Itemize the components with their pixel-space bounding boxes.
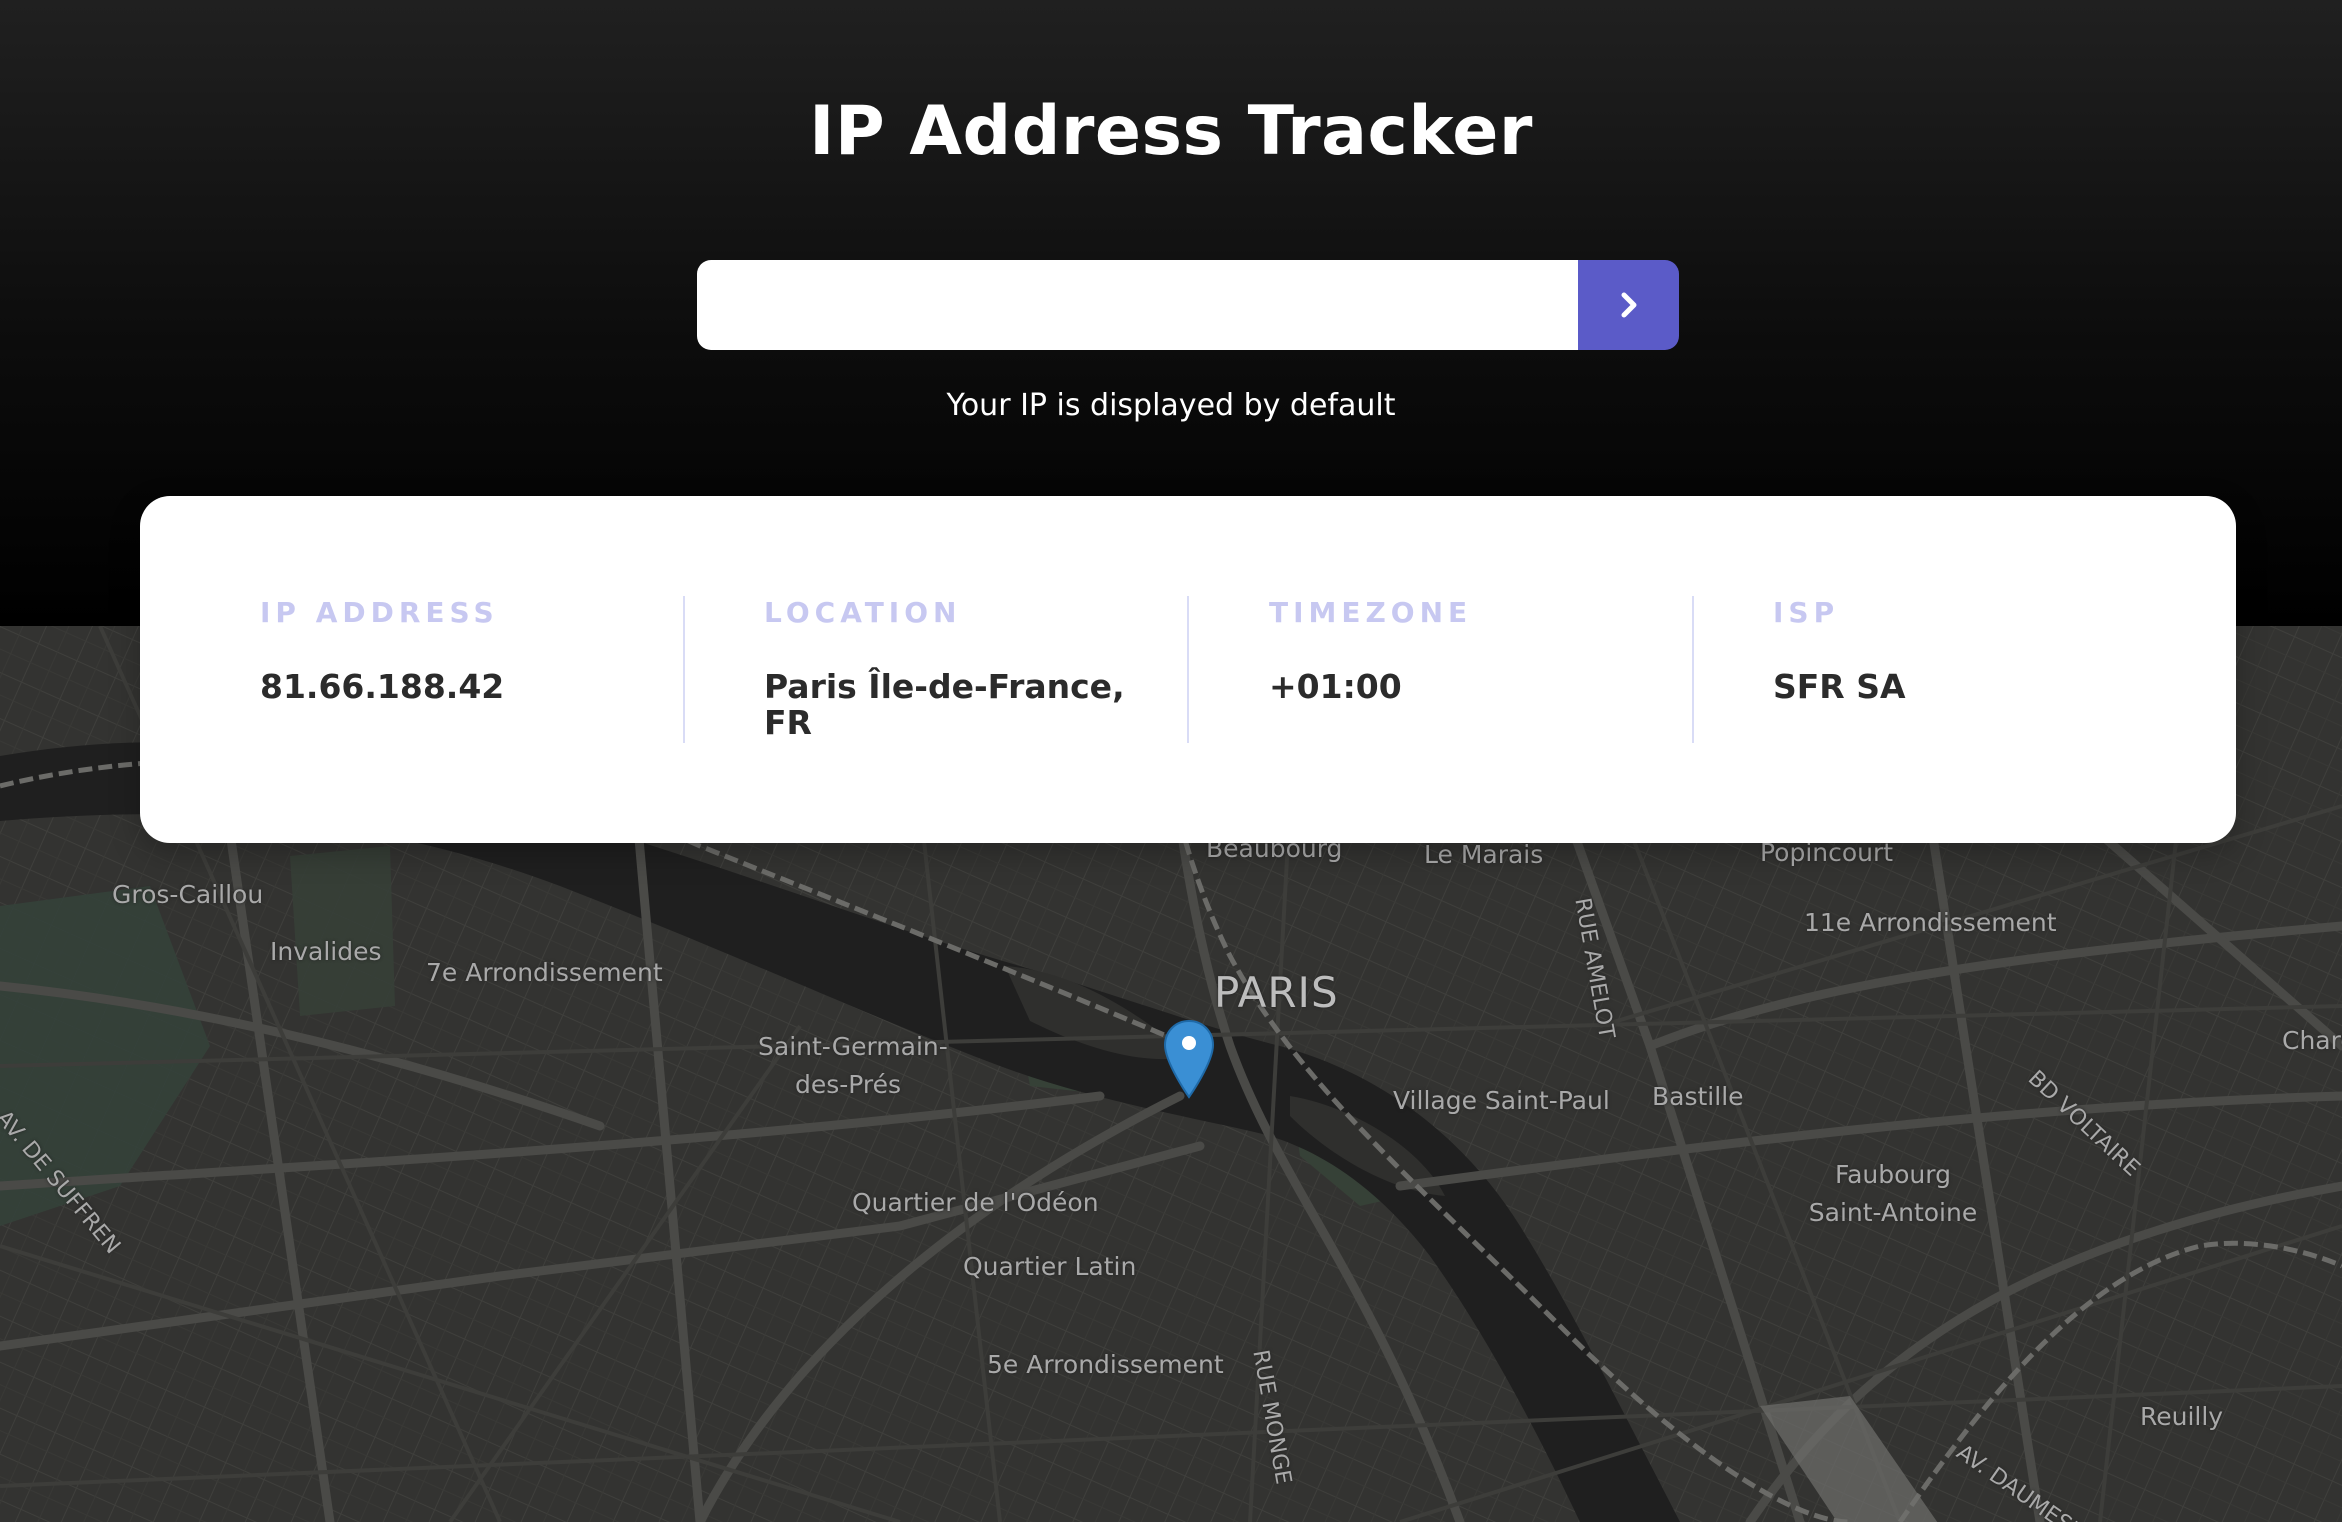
- map-label-11e-arrondissement: 11e Arrondissement: [1804, 908, 2057, 937]
- ip-address-label: IP ADDRESS: [260, 596, 499, 629]
- location-value-line2: FR: [764, 703, 812, 742]
- map-label-gros-caillou: Gros-Caillou: [112, 880, 264, 909]
- map-label-7e-arrondissement: 7e Arrondissement: [426, 958, 663, 987]
- location-section: LOCATION Paris Île-de-France, FR: [764, 596, 1125, 741]
- map-label-faubourg-line2: Saint-Antoine: [1808, 1198, 1978, 1227]
- timezone-value: +01:00: [1269, 667, 1402, 706]
- map-pin-icon[interactable]: [1163, 1019, 1215, 1099]
- ip-info-card: IP ADDRESS 81.66.188.42 LOCATION Paris Î…: [140, 496, 2236, 843]
- ip-address-value: 81.66.188.42: [260, 667, 505, 706]
- map-label-quartier-odeon: Quartier de l'Odéon: [852, 1188, 1099, 1217]
- divider: [683, 596, 685, 743]
- map-label-le-marais: Le Marais: [1424, 840, 1544, 869]
- map-label-bastille: Bastille: [1652, 1082, 1744, 1111]
- location-value: Paris Île-de-France, FR: [764, 669, 1125, 741]
- map-label-5e-arrondissement: 5e Arrondissement: [987, 1350, 1224, 1379]
- map-label-saint-germain-line2: des-Prés: [794, 1070, 902, 1099]
- timezone-section: TIMEZONE +01:00: [1269, 596, 1472, 705]
- map-label-paris: PARIS: [1214, 968, 1339, 1017]
- ip-search-input[interactable]: [697, 260, 1578, 350]
- map-label-reuilly: Reuilly: [2140, 1402, 2224, 1431]
- submit-button[interactable]: [1578, 260, 1679, 350]
- map-label-faubourg-line1: Faubourg: [1835, 1160, 1951, 1189]
- chevron-right-icon: [1621, 292, 1636, 318]
- isp-section: ISP SFR SA: [1773, 596, 1906, 705]
- divider: [1692, 596, 1694, 743]
- isp-label: ISP: [1773, 596, 1840, 629]
- map-label-village-saint-paul: Village Saint-Paul: [1393, 1086, 1610, 1115]
- page-title: IP Address Tracker: [809, 92, 1533, 171]
- default-ip-hint: Your IP is displayed by default: [946, 388, 1396, 423]
- divider: [1187, 596, 1189, 743]
- location-value-line1: Paris Île-de-France,: [764, 667, 1125, 706]
- map-label-quartier-latin: Quartier Latin: [963, 1252, 1137, 1281]
- map-label-faubourg-saint-antoine: Faubourg Saint-Antoine: [1808, 1156, 1978, 1232]
- map-label-invalides: Invalides: [270, 937, 382, 966]
- search-bar: [697, 260, 1679, 350]
- map-label-saint-germain-line1: Saint-Germain-: [758, 1032, 948, 1061]
- map-label-saint-germain: Saint-Germain- des-Prés: [758, 1028, 948, 1104]
- ip-address-section: IP ADDRESS 81.66.188.42: [260, 596, 504, 705]
- isp-value: SFR SA: [1773, 667, 1906, 706]
- location-label: LOCATION: [764, 596, 962, 629]
- timezone-label: TIMEZONE: [1269, 596, 1473, 629]
- map-label-charonne: Charo: [2282, 1026, 2342, 1055]
